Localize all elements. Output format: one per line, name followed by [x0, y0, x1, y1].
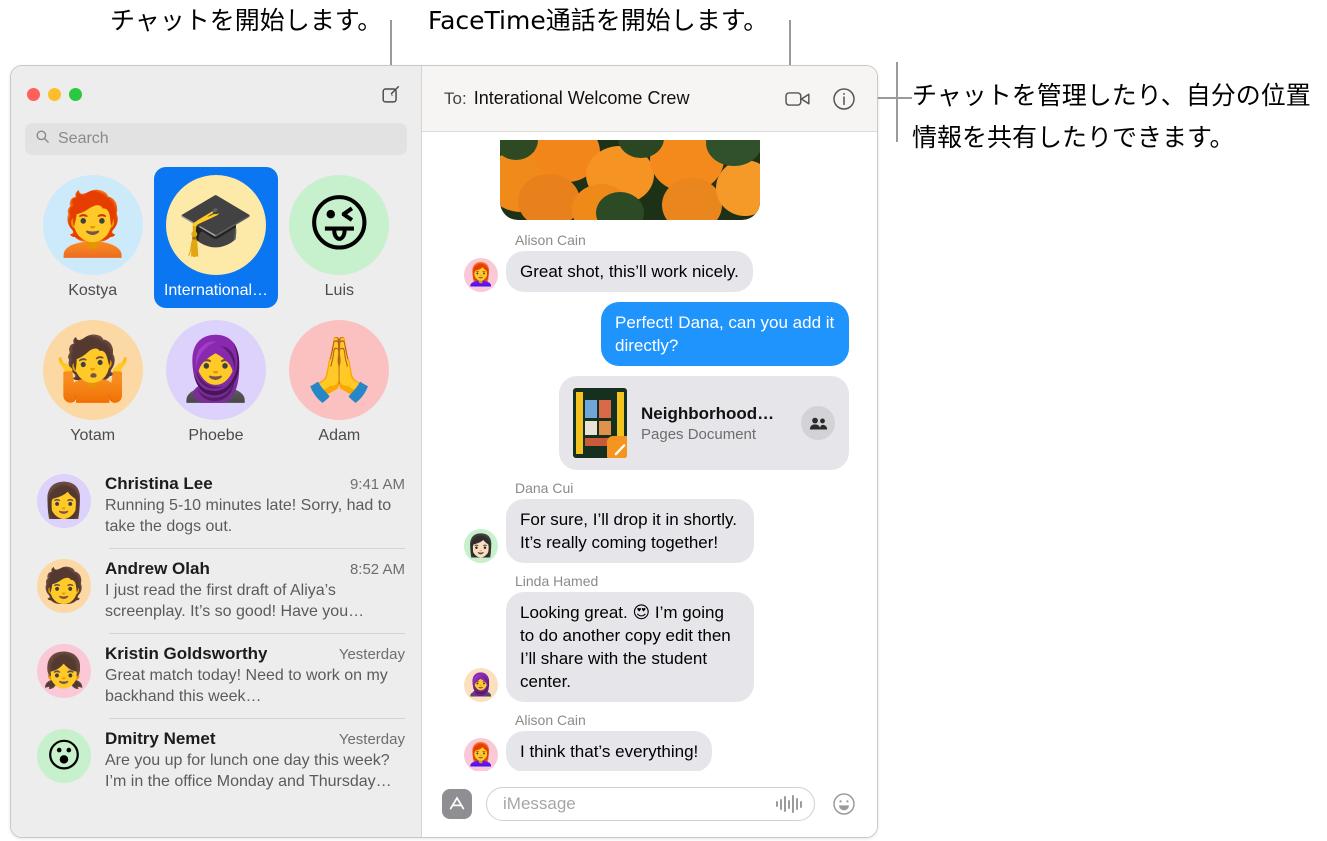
callout-details-text: チャットを管理したり、自分の位置 情報を共有したりできます。 — [912, 81, 1311, 152]
pinned-item-luis[interactable]: 😜 Luis — [278, 167, 401, 308]
message-bubble[interactable]: Great shot, this’ll work nicely. — [506, 251, 753, 292]
avatar: 🧑 — [37, 559, 91, 613]
conversation-name: Andrew Olah — [105, 559, 210, 578]
pinned-item-phoebe[interactable]: 🧕 Phoebe — [154, 312, 277, 453]
photo-message[interactable] — [500, 140, 760, 220]
message-group: Dana Cui 👩🏻 For sure, I’ll drop it in sh… — [440, 480, 855, 563]
conversation-name: Kristin Goldsworthy — [105, 644, 268, 663]
avatar: 🧑‍🦰 — [42, 175, 143, 275]
document-title: Neighborhood… — [641, 403, 775, 423]
message-bubble[interactable]: For sure, I’ll drop it in shortly. It’s … — [506, 499, 754, 563]
sidebar: 🧑‍🦰 Kostya 🎓 International… 😜 Luis 🤷 Yot… — [11, 66, 422, 837]
message-list: Alison Cain 👩‍🦰 Great shot, this’ll work… — [422, 132, 877, 771]
message-group: Alison Cain 👩‍🦰 Great shot, this’ll work… — [440, 232, 855, 292]
document-attachment[interactable]: Neighborhood… Pages Document — [559, 376, 849, 470]
avatar: 👩‍🦰 — [464, 258, 498, 292]
avatar: 🤷 — [42, 320, 143, 420]
conversation-name: Christina Lee — [105, 474, 213, 493]
recipient-name[interactable]: Interational Welcome Crew — [474, 88, 690, 109]
chat-panel: To: Interational Welcome Crew Alison Cai… — [422, 66, 877, 837]
conversation-name: Dmitry Nemet — [105, 729, 216, 748]
message-bubble[interactable]: I think that’s everything! — [506, 731, 713, 771]
pinned-item-adam[interactable]: 🙏 Adam — [278, 312, 401, 453]
message-bubble[interactable]: Looking great. 😍 I’m going to do another… — [506, 592, 754, 702]
pinned-item-international[interactable]: 🎓 International… — [154, 167, 278, 308]
message-group: Linda Hamed 🧕 Looking great. 😍 I’m going… — [440, 573, 855, 702]
people-icon[interactable] — [801, 406, 835, 440]
conversation-row[interactable]: 👧 Kristin Goldsworthy Yesterday Great ma… — [11, 633, 421, 718]
pinned-item-kostya[interactable]: 🧑‍🦰 Kostya — [31, 167, 154, 308]
conversation-time: Yesterday — [338, 731, 405, 748]
conversation-preview: I just read the first draft of Aliya’s s… — [105, 582, 365, 620]
app-store-icon[interactable] — [442, 789, 472, 819]
message-group: Neighborhood… Pages Document — [440, 376, 855, 470]
avatar: 😮 — [37, 729, 91, 783]
pinned-item-label: Luis — [324, 282, 354, 299]
message-bubble[interactable]: Perfect! Dana, can you add it directly? — [601, 302, 849, 366]
window-traffic-lights — [27, 88, 82, 101]
avatar: 👩 — [37, 474, 91, 528]
pinned-item-label: International… — [163, 282, 269, 299]
conversation-time: 9:41 AM — [349, 476, 405, 493]
conversation-time: Yesterday — [338, 646, 405, 663]
sidebar-toolbar — [11, 66, 421, 123]
avatar: 🙏 — [289, 320, 390, 420]
pinned-conversations: 🧑‍🦰 Kostya 🎓 International… 😜 Luis 🤷 Yot… — [11, 155, 421, 457]
message-input-bar — [422, 771, 877, 837]
search-icon — [35, 129, 50, 149]
messages-window: 🧑‍🦰 Kostya 🎓 International… 😜 Luis 🤷 Yot… — [10, 65, 878, 838]
avatar: 👩‍🦰 — [464, 738, 498, 771]
avatar: 👩🏻 — [464, 529, 498, 563]
avatar: 🎓 — [165, 175, 266, 275]
document-thumbnail — [573, 388, 627, 458]
pinned-item-label: Adam — [318, 427, 361, 444]
conversation-time: 8:52 AM — [349, 561, 405, 578]
avatar: 👧 — [37, 644, 91, 698]
message-group: Perfect! Dana, can you add it directly? — [440, 302, 855, 366]
pinned-item-yotam[interactable]: 🤷 Yotam — [31, 312, 154, 453]
conversation-preview: Great match today! Need to work on my ba… — [105, 667, 388, 705]
minimize-button[interactable] — [48, 88, 61, 101]
zoom-button[interactable] — [69, 88, 82, 101]
search-input[interactable] — [58, 130, 397, 148]
avatar: 😜 — [289, 175, 390, 275]
search-box[interactable] — [25, 123, 407, 155]
message-sender: Linda Hamed — [515, 573, 599, 589]
chat-header: To: Interational Welcome Crew — [422, 66, 877, 132]
info-icon[interactable] — [827, 82, 861, 116]
emoji-picker-icon[interactable] — [829, 789, 859, 819]
pinned-item-label: Kostya — [68, 282, 118, 299]
close-button[interactable] — [27, 88, 40, 101]
message-sender: Alison Cain — [515, 232, 586, 248]
avatar: 🧕 — [464, 668, 498, 702]
document-subtitle: Pages Document — [641, 425, 757, 443]
callout-details-line-v — [896, 62, 898, 142]
facetime-video-icon[interactable] — [781, 82, 815, 116]
pinned-item-label: Phoebe — [188, 427, 244, 444]
message-sender: Dana Cui — [515, 480, 574, 496]
conversation-preview: Are you up for lunch one day this week? … — [105, 752, 392, 790]
message-group: Alison Cain 👩‍🦰 I think that’s everythin… — [440, 712, 855, 771]
conversation-preview: Running 5-10 minutes late! Sorry, had to… — [105, 497, 392, 535]
to-label: To: — [444, 88, 467, 108]
conversation-row[interactable]: 😮 Dmitry Nemet Yesterday Are you up for … — [11, 718, 421, 803]
message-input[interactable] — [503, 794, 768, 814]
message-sender: Alison Cain — [515, 712, 586, 728]
audio-message-icon[interactable] — [776, 795, 802, 813]
compose-message-button[interactable] — [379, 83, 403, 107]
conversation-row[interactable]: 🧑 Andrew Olah 8:52 AM I just read the fi… — [11, 548, 421, 633]
avatar: 🧕 — [165, 320, 266, 420]
pages-app-icon — [607, 436, 627, 458]
pinned-item-label: Yotam — [70, 427, 116, 444]
search-container — [11, 123, 421, 155]
callout-facetime-text: FaceTime通話を開始します。 — [428, 6, 769, 35]
conversation-row[interactable]: 👩 Christina Lee 9:41 AM Running 5-10 min… — [11, 463, 421, 548]
conversation-list: 👩 Christina Lee 9:41 AM Running 5-10 min… — [11, 457, 421, 837]
imessage-field[interactable] — [486, 787, 815, 821]
callout-compose-text: チャットを開始します。 — [110, 6, 383, 35]
